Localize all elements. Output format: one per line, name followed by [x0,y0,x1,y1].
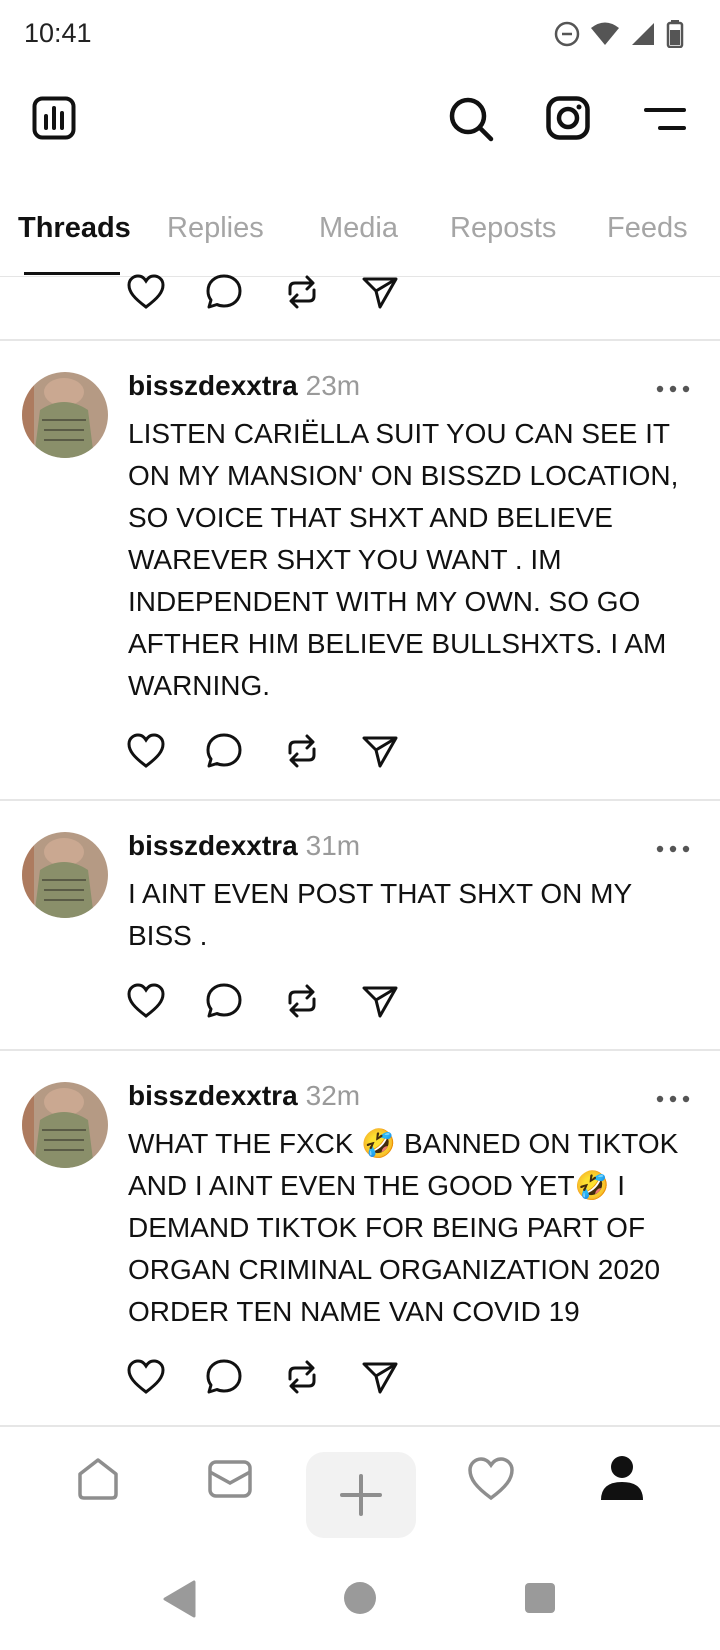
heart-icon[interactable] [126,272,166,312]
wifi-icon [591,22,619,45]
username[interactable]: bisszdexxtra [128,1080,298,1111]
post-divider [0,339,720,341]
post-time: 31m [305,830,361,861]
post-actions [126,272,400,312]
profile-tabs: Threads Replies Media Reposts Feeds [0,196,720,277]
send-icon[interactable] [360,1357,400,1397]
post-text: LISTEN CARIËLLA SUIT YOU CAN SEE IT ON M… [128,418,679,701]
active-tab-indicator [24,272,120,275]
battery-icon [666,20,684,48]
post-header: bisszdexxtra 23m [128,370,360,402]
more-options-icon[interactable] [656,384,690,394]
more-options-icon[interactable] [656,844,690,854]
bottom-nav [0,1426,720,1546]
post-header: bisszdexxtra 31m [128,830,360,862]
send-icon[interactable] [360,272,400,312]
top-bar [0,70,720,210]
inbox-icon[interactable] [206,1454,254,1502]
post-text: I AINT EVEN POST THAT SHXT ON MY BISS . [128,878,632,951]
repost-icon[interactable] [282,1357,322,1397]
post-header: bisszdexxtra 32m [128,1080,360,1112]
more-options-icon[interactable] [656,1094,690,1104]
compose-button[interactable] [306,1452,416,1538]
search-icon[interactable] [448,96,494,142]
status-icons [554,20,684,48]
avatar[interactable] [22,1082,108,1168]
recents-icon[interactable] [524,1582,556,1614]
avatar[interactable] [22,832,108,918]
heart-icon[interactable] [126,981,166,1021]
heart-icon[interactable] [126,731,166,771]
comment-icon[interactable] [204,981,244,1021]
send-icon[interactable] [360,731,400,771]
post-divider [0,1049,720,1051]
home-circle-icon[interactable] [342,1580,378,1616]
comment-icon[interactable] [204,272,244,312]
back-icon[interactable] [162,1580,196,1618]
repost-icon[interactable] [282,731,322,771]
heart-icon[interactable] [126,1357,166,1397]
system-nav [0,1560,720,1650]
tab-media[interactable]: Media [319,212,398,245]
comment-icon[interactable] [204,1357,244,1397]
username[interactable]: bisszdexxtra [128,370,298,401]
activity-icon[interactable] [466,1454,516,1502]
dnd-icon [554,21,580,47]
tab-feeds[interactable]: Feeds [607,212,688,245]
instagram-icon[interactable] [546,96,590,140]
home-icon[interactable] [74,1454,122,1502]
compose-icon [340,1474,382,1516]
post-time: 32m [305,1080,361,1111]
post-actions [126,731,400,771]
send-icon[interactable] [360,981,400,1021]
menu-icon[interactable] [644,106,686,132]
post-actions [126,981,400,1021]
status-bar: 10:41 [0,0,720,70]
repost-icon[interactable] [282,981,322,1021]
repost-icon[interactable] [282,272,322,312]
bar-chart-icon[interactable] [32,96,76,140]
post-divider [0,799,720,801]
signal-icon [632,23,654,45]
tab-threads[interactable]: Threads [18,212,131,245]
profile-icon[interactable] [598,1454,646,1502]
tab-replies[interactable]: Replies [167,212,264,245]
post-time: 23m [305,370,361,401]
status-time: 10:41 [24,18,92,48]
post-actions [126,1357,400,1397]
comment-icon[interactable] [204,731,244,771]
tab-reposts[interactable]: Reposts [450,212,556,245]
username[interactable]: bisszdexxtra [128,830,298,861]
avatar[interactable] [22,372,108,458]
post-text: WHAT THE FXCK 🤣 BANNED ON TIKTOK AND I A… [128,1128,679,1327]
